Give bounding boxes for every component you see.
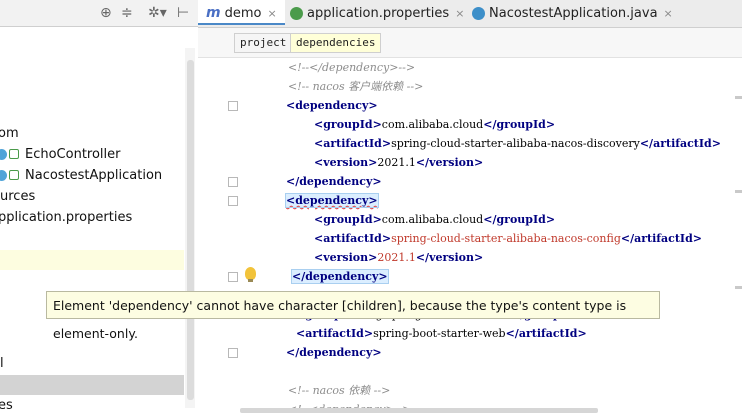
tree-item-resources[interactable]: urces bbox=[0, 187, 35, 207]
code-token: <artifactId> bbox=[314, 137, 392, 150]
hide-icon[interactable]: ⊢ bbox=[177, 5, 189, 21]
lock-icon bbox=[9, 169, 19, 180]
scroll-marker bbox=[735, 286, 742, 289]
collapse-icon[interactable]: ≑ bbox=[121, 5, 133, 21]
code-line: <version>2021.1</version> bbox=[314, 153, 483, 172]
fold-marker-icon[interactable] bbox=[228, 196, 238, 206]
project-panel: ⊕ ≑ ✲▾ ⊢ om EchoController NacostestAppl… bbox=[0, 0, 199, 413]
code-token: com.alibaba.cloud bbox=[381, 213, 484, 226]
spring-leaf-icon bbox=[290, 7, 303, 20]
code-token: </dependency> bbox=[291, 269, 389, 284]
code-token: </dependency> bbox=[286, 175, 382, 188]
maven-icon: m bbox=[206, 5, 221, 21]
breadcrumb: project dependencies bbox=[198, 28, 742, 58]
tree-item-echocontroller[interactable]: EchoController bbox=[0, 145, 121, 165]
tree-item-application-properties[interactable]: pplication.properties bbox=[0, 208, 132, 228]
editor-gutter bbox=[198, 58, 270, 413]
code-token: 2021.1 bbox=[377, 156, 416, 169]
close-icon[interactable]: × bbox=[664, 7, 673, 20]
breadcrumb-dependencies[interactable]: dependencies bbox=[290, 33, 382, 53]
code-token: <artifactId> bbox=[296, 327, 374, 340]
code-line: <artifactId>spring-cloud-starter-alibaba… bbox=[314, 229, 702, 248]
editor-tab-bar: m demo × application.properties × Nacostest… bbox=[198, 0, 742, 28]
code-token: <!--</dependency>--> bbox=[288, 61, 416, 74]
code-token: </artifactId> bbox=[620, 232, 702, 245]
code-token: <dependency> bbox=[285, 193, 379, 208]
code-token: </version> bbox=[415, 156, 484, 169]
tree-item-highlighted[interactable] bbox=[0, 250, 184, 270]
class-icon bbox=[0, 170, 7, 181]
breadcrumb-project[interactable]: project bbox=[234, 33, 293, 53]
code-token: <groupId> bbox=[314, 118, 382, 131]
code-line: <!-- nacos 依赖 --> bbox=[288, 381, 390, 400]
tab-demo[interactable]: m demo × bbox=[198, 0, 285, 25]
tree-item-folder[interactable]: om bbox=[0, 124, 19, 144]
code-line: </dependency> bbox=[286, 172, 382, 191]
tab-nacostestapplication[interactable]: NacostestApplication.java × bbox=[472, 0, 673, 27]
fold-marker-icon[interactable] bbox=[228, 348, 238, 358]
close-icon[interactable]: × bbox=[455, 7, 464, 20]
code-token: <groupId> bbox=[314, 213, 382, 226]
code-token: <version> bbox=[314, 251, 378, 264]
code-token: <!-- nacos 依赖 --> bbox=[288, 384, 391, 397]
code-token: com.alibaba.cloud bbox=[381, 118, 484, 131]
fold-marker-icon[interactable] bbox=[228, 272, 238, 282]
class-icon bbox=[0, 149, 7, 160]
code-line: <dependency> bbox=[285, 191, 379, 210]
code-line: </dependency> bbox=[291, 267, 389, 286]
tree-item-file[interactable]: l bbox=[0, 354, 4, 374]
code-line: <!-- nacos 客户端依赖 --> bbox=[288, 77, 423, 96]
code-token: <version> bbox=[314, 156, 378, 169]
code-token: </groupId> bbox=[483, 213, 556, 226]
code-token: </groupId> bbox=[483, 118, 556, 131]
code-token: <dependency> bbox=[286, 99, 378, 112]
class-icon bbox=[472, 7, 485, 20]
code-token: </version> bbox=[415, 251, 484, 264]
code-line: <groupId>com.alibaba.cloud</groupId> bbox=[314, 210, 555, 229]
gear-icon[interactable]: ✲▾ bbox=[148, 5, 167, 21]
editor-horizontal-scrollbar[interactable] bbox=[240, 408, 598, 413]
error-tooltip: Element 'dependency' cannot have charact… bbox=[46, 291, 660, 341]
code-line: <dependency> bbox=[286, 96, 378, 115]
lock-icon bbox=[9, 148, 19, 159]
code-token: spring-cloud-starter-alibaba-nacos-disco… bbox=[391, 137, 640, 150]
code-token: <!-- nacos 客户端依赖 --> bbox=[288, 80, 424, 93]
code-token: spring-boot-starter-web bbox=[373, 327, 506, 340]
tree-item-nacostestapplication[interactable]: NacostestApplication bbox=[0, 166, 162, 186]
code-token: <artifactId> bbox=[314, 232, 392, 245]
fold-marker-icon[interactable] bbox=[228, 101, 238, 111]
target-icon[interactable]: ⊕ bbox=[100, 5, 112, 21]
code-line: <version>2021.1</version> bbox=[314, 248, 483, 267]
code-line: </dependency> bbox=[286, 343, 382, 362]
fold-marker-icon[interactable] bbox=[228, 177, 238, 187]
code-token: spring-cloud-starter-alibaba-nacos-confi… bbox=[391, 232, 621, 245]
tab-application-properties[interactable]: application.properties × bbox=[290, 0, 464, 27]
code-line: <artifactId>spring-boot-starter-web</art… bbox=[296, 324, 587, 343]
code-line: <artifactId>spring-cloud-starter-alibaba… bbox=[314, 134, 721, 153]
tree-item-selected[interactable] bbox=[0, 375, 184, 395]
code-token: 2021.1 bbox=[377, 251, 416, 264]
intention-bulb-icon[interactable] bbox=[245, 267, 256, 282]
code-line: <!--</dependency>--> bbox=[288, 58, 415, 77]
scroll-marker bbox=[735, 190, 742, 193]
project-toolbar: ⊕ ≑ ✲▾ ⊢ bbox=[0, 0, 198, 27]
code-token: </artifactId> bbox=[505, 327, 587, 340]
code-line: <groupId>com.alibaba.cloud</groupId> bbox=[314, 115, 555, 134]
code-editor[interactable]: <!--</dependency>--> <!-- nacos 客户端依赖 -->… bbox=[270, 58, 742, 413]
project-scrollbar-thumb[interactable] bbox=[187, 60, 194, 400]
code-token: </artifactId> bbox=[639, 137, 721, 150]
tree-item-folder-bottom[interactable]: es bbox=[0, 396, 13, 413]
close-icon[interactable]: × bbox=[267, 7, 276, 20]
code-token: </dependency> bbox=[286, 346, 382, 359]
scroll-marker bbox=[735, 96, 742, 99]
